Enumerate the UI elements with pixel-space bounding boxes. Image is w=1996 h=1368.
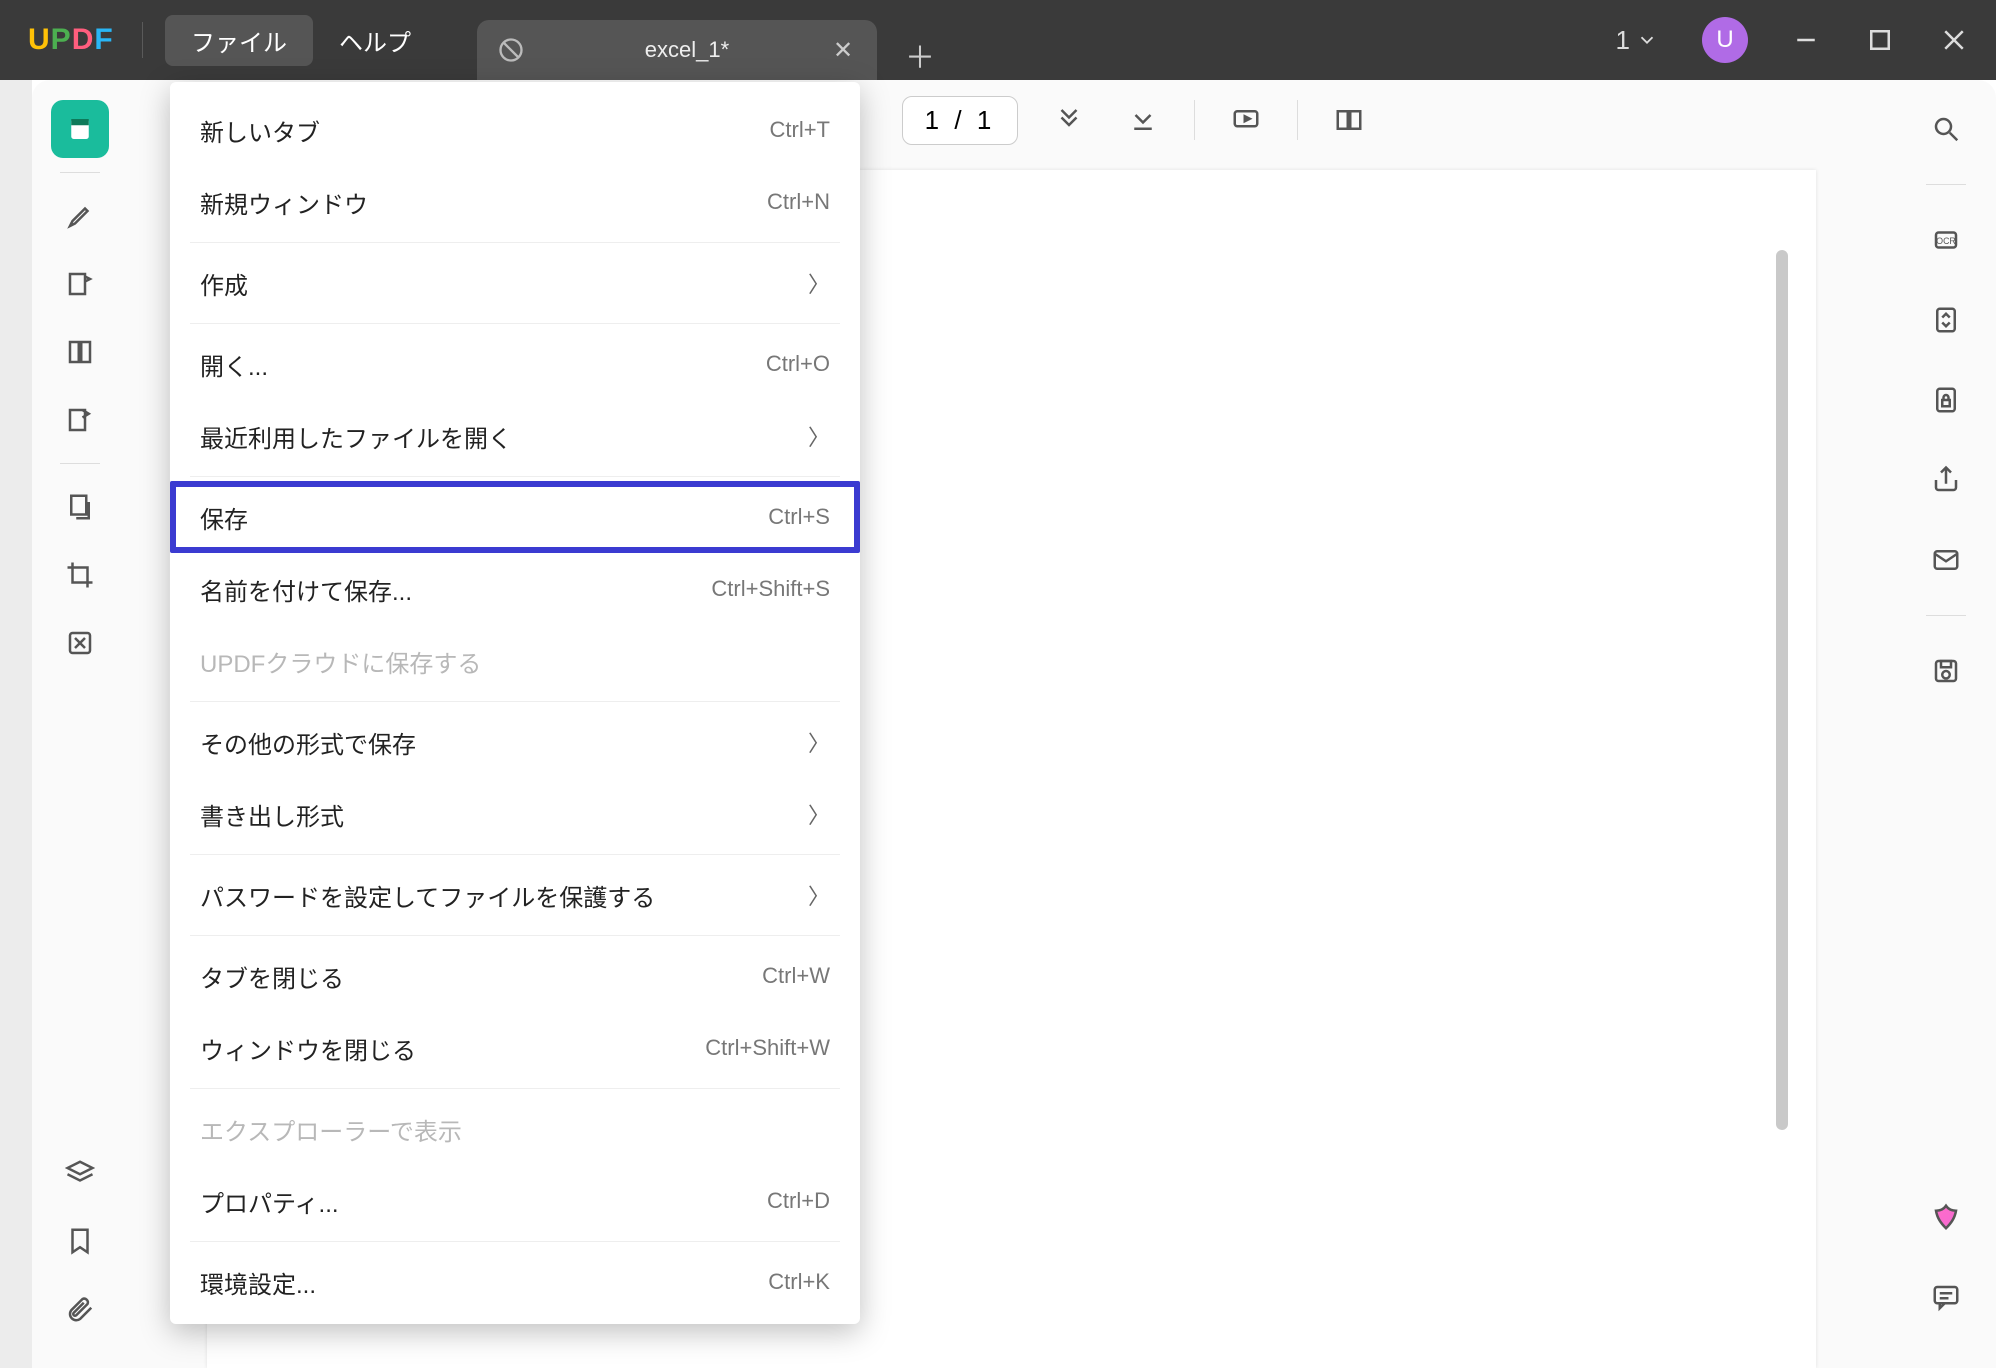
annotate-tool[interactable] <box>51 255 109 313</box>
menu-reveal-explorer: エクスプローラーで表示 <box>170 1093 860 1165</box>
menu-close-window[interactable]: ウィンドウを閉じる Ctrl+Shift+W <box>170 1012 860 1084</box>
menu-save[interactable]: 保存 Ctrl+S <box>170 481 860 553</box>
menu-help[interactable]: ヘルプ <box>313 15 437 66</box>
avatar[interactable]: U <box>1702 17 1748 63</box>
comment-button[interactable] <box>1917 1268 1975 1326</box>
title-bar: UPDF ファイル ヘルプ excel_1* ✕ ＋ 1 U <box>0 0 1996 80</box>
separator <box>190 701 840 702</box>
bookmark-tool[interactable] <box>51 1212 109 1270</box>
close-icon[interactable]: ✕ <box>829 36 857 64</box>
separator <box>190 242 840 243</box>
separator <box>190 1088 840 1089</box>
app-logo: UPDF <box>0 23 120 57</box>
tab-title: excel_1* <box>545 37 829 63</box>
highlighter-tool[interactable] <box>51 187 109 245</box>
menu-open[interactable]: 開く... Ctrl+O <box>170 328 860 400</box>
menu-new-tab[interactable]: 新しいタブ Ctrl+T <box>170 94 860 166</box>
save-icon-button[interactable] <box>1917 642 1975 700</box>
menu-close-tab[interactable]: タブを閉じる Ctrl+W <box>170 940 860 1012</box>
menu-properties[interactable]: プロパティ... Ctrl+D <box>170 1165 860 1237</box>
page-indicator[interactable]: 1 / 1 <box>902 96 1019 145</box>
separator <box>190 476 840 477</box>
separator <box>60 172 100 173</box>
menu-file[interactable]: ファイル <box>165 15 313 66</box>
crop-tool[interactable] <box>51 546 109 604</box>
separator <box>60 463 100 464</box>
separator <box>142 22 143 58</box>
separator <box>190 323 840 324</box>
menu-save-other-format[interactable]: その他の形式で保存 〉 <box>170 706 860 778</box>
vertical-scrollbar[interactable] <box>1776 250 1788 1130</box>
menu-new-window[interactable]: 新規ウィンドウ Ctrl+N <box>170 166 860 238</box>
next-page-button[interactable] <box>1046 97 1092 143</box>
last-page-button[interactable] <box>1120 97 1166 143</box>
separator <box>190 854 840 855</box>
title-right-controls: 1 U <box>1598 10 1996 70</box>
separator <box>190 935 840 936</box>
new-tab-button[interactable]: ＋ <box>895 30 945 80</box>
menu-save-as[interactable]: 名前を付けて保存... Ctrl+Shift+S <box>170 553 860 625</box>
tab-blank-icon <box>497 36 525 64</box>
search-button[interactable] <box>1917 100 1975 158</box>
convert-button[interactable] <box>1917 291 1975 349</box>
svg-text:OCR: OCR <box>1936 236 1955 246</box>
right-sidebar: OCR <box>1896 80 1996 1368</box>
redact-tool[interactable] <box>51 614 109 672</box>
separator <box>1297 100 1298 140</box>
minimize-button[interactable] <box>1774 10 1838 70</box>
chevron-right-icon: 〉 <box>808 420 830 452</box>
menu-create[interactable]: 作成 〉 <box>170 247 860 319</box>
separator <box>1926 615 1966 616</box>
menu-export-format[interactable]: 書き出し形式 〉 <box>170 778 860 850</box>
chevron-right-icon: 〉 <box>808 879 830 911</box>
separator <box>1926 184 1966 185</box>
menu-open-recent[interactable]: 最近利用したファイルを開く 〉 <box>170 400 860 472</box>
protect-button[interactable] <box>1917 371 1975 429</box>
menu-password-protect[interactable]: パスワードを設定してファイルを保護する 〉 <box>170 859 860 931</box>
separator <box>1194 100 1195 140</box>
chevron-right-icon: 〉 <box>808 267 830 299</box>
email-button[interactable] <box>1917 531 1975 589</box>
chevron-right-icon: 〉 <box>808 726 830 758</box>
left-sidebar <box>32 80 127 1368</box>
attachment-tool[interactable] <box>51 1280 109 1338</box>
file-menu-dropdown: 新しいタブ Ctrl+T 新規ウィンドウ Ctrl+N 作成 〉 開く... C… <box>170 82 860 1324</box>
close-window-button[interactable] <box>1922 10 1986 70</box>
document-tab[interactable]: excel_1* ✕ <box>477 20 877 80</box>
separator <box>190 1241 840 1242</box>
two-page-button[interactable] <box>1326 97 1372 143</box>
left-gutter <box>0 80 32 1368</box>
reader-tool[interactable] <box>51 100 109 158</box>
edit-tool[interactable] <box>51 391 109 449</box>
maximize-button[interactable] <box>1848 10 1912 70</box>
chevron-right-icon: 〉 <box>808 798 830 830</box>
ai-assistant-icon[interactable] <box>1917 1188 1975 1246</box>
notification-count[interactable]: 1 <box>1598 25 1676 56</box>
presentation-button[interactable] <box>1223 97 1269 143</box>
menu-save-cloud: UPDFクラウドに保存する <box>170 625 860 697</box>
layers-tool[interactable] <box>51 1144 109 1202</box>
tab-bar: excel_1* ✕ ＋ <box>477 0 945 80</box>
organize-tool[interactable] <box>51 478 109 536</box>
share-button[interactable] <box>1917 451 1975 509</box>
page-tool[interactable] <box>51 323 109 381</box>
ocr-button[interactable]: OCR <box>1917 211 1975 269</box>
menu-preferences[interactable]: 環境設定... Ctrl+K <box>170 1246 860 1318</box>
